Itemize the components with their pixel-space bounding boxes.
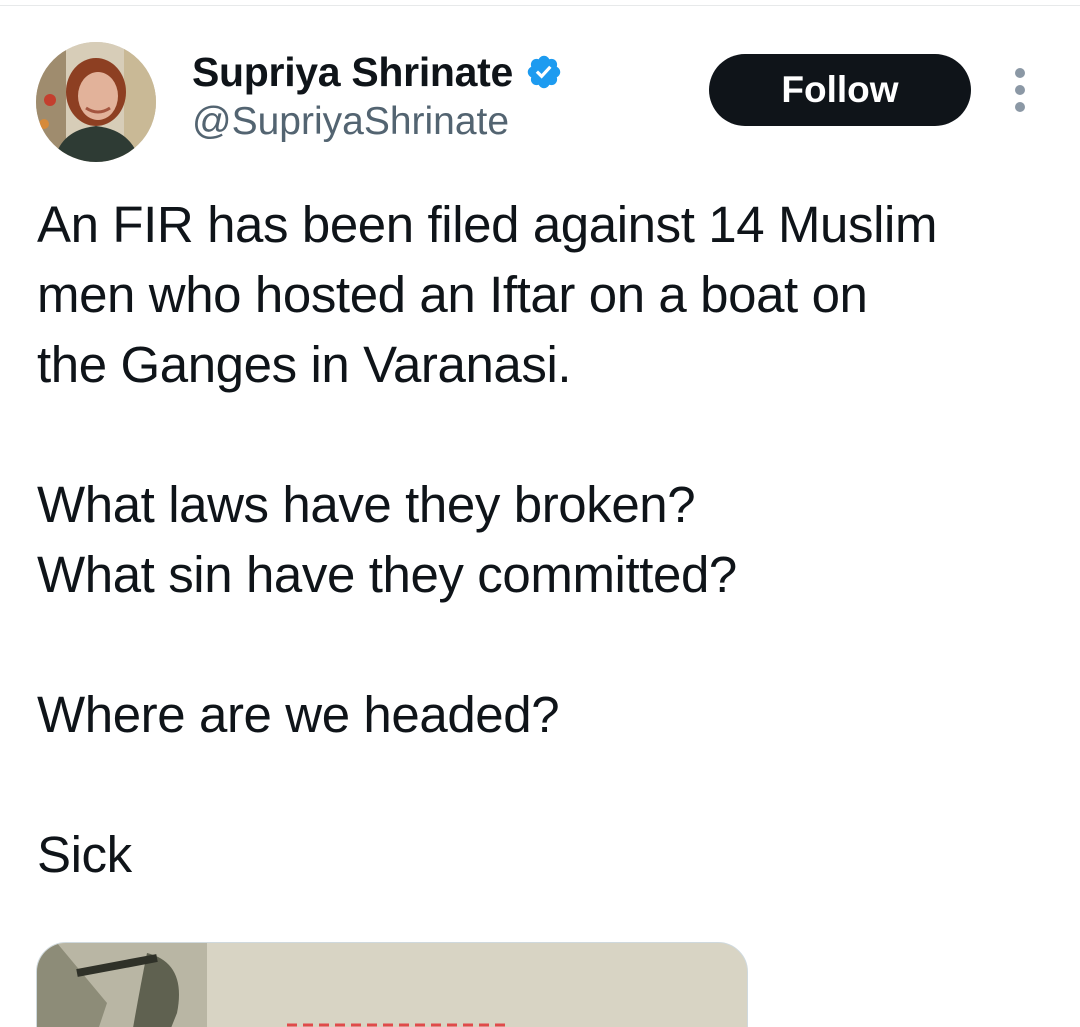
more-dot <box>1015 85 1025 95</box>
tweet-text-line: Sick <box>37 826 132 883</box>
tweet-text: An FIR has been filed against 14 Muslim … <box>37 190 1057 890</box>
tweet-text-line: An FIR has been filed against 14 Muslim <box>37 196 938 253</box>
more-dot <box>1015 68 1025 78</box>
author-display-name[interactable]: Supriya Shrinate <box>192 49 513 96</box>
tweet-text-line: Where are we headed? <box>37 686 560 743</box>
verified-badge-icon <box>527 55 561 89</box>
tweet-text-line: What sin have they committed? <box>37 546 737 603</box>
top-divider <box>0 5 1080 6</box>
avatar[interactable] <box>36 42 156 162</box>
tweet-text-line: What laws have they broken? <box>37 476 696 533</box>
author-handle[interactable]: @SupriyaShrinate <box>192 100 509 144</box>
avatar-image <box>36 42 156 162</box>
tweet-media[interactable] <box>36 942 748 1027</box>
follow-button[interactable]: Follow <box>709 54 971 126</box>
tweet-text-line: men who hosted an Iftar on a boat on <box>37 266 868 323</box>
media-thumbnail <box>37 943 747 1027</box>
tweet-text-line: the Ganges in Varanasi. <box>37 336 572 393</box>
author-name-row: Supriya Shrinate <box>192 44 563 100</box>
more-vertical-icon[interactable] <box>1003 68 1037 112</box>
more-dot <box>1015 102 1025 112</box>
